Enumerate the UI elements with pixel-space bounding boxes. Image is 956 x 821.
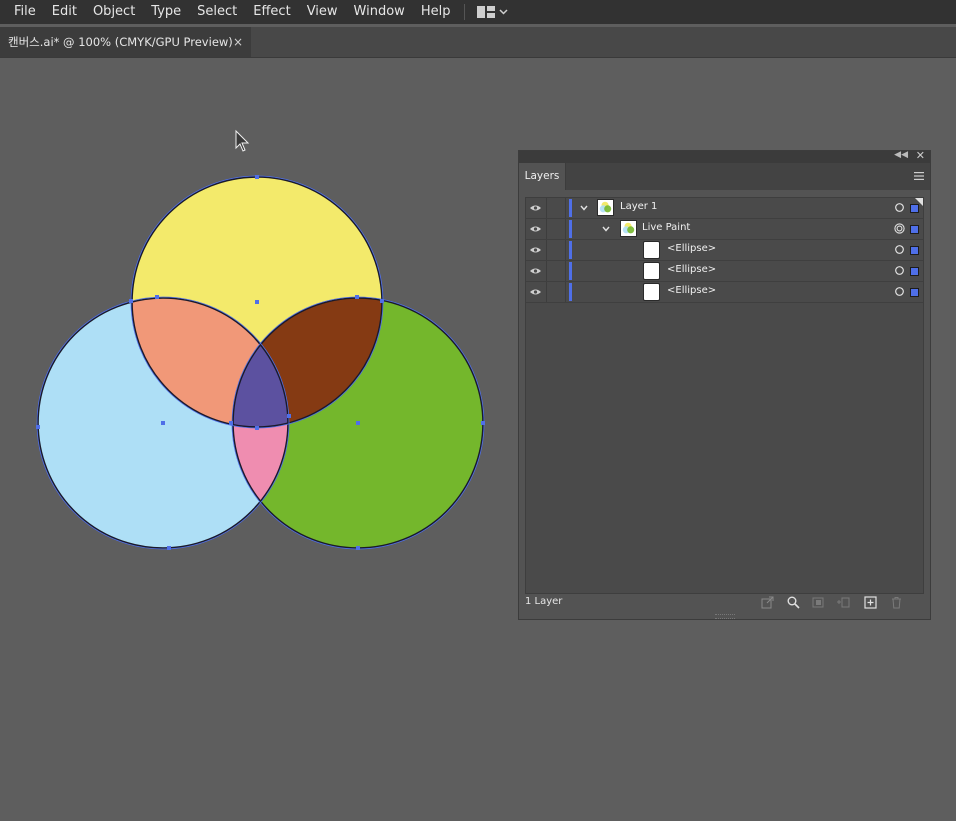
layer-row[interactable]: <Ellipse>	[526, 261, 923, 282]
ellipse-thumbnail	[643, 262, 660, 280]
workspace-grid-icon	[477, 6, 496, 18]
eye-icon[interactable]	[529, 244, 542, 256]
panel-header-bar[interactable]: ◀◀ ✕	[519, 149, 930, 163]
eye-icon[interactable]	[529, 286, 542, 298]
menu-separator	[464, 4, 466, 20]
layer-count: 1 Layer	[525, 596, 563, 607]
column-divider	[565, 261, 566, 281]
clipping-mask-icon[interactable]	[812, 596, 825, 609]
close-icon[interactable]: ×	[233, 35, 243, 49]
document-tab[interactable]: 캔버스.ai* @ 100% (CMYK/GPU Preview) ×	[0, 27, 251, 57]
target-icon[interactable]	[894, 265, 905, 276]
menu-type[interactable]: Type	[143, 0, 189, 24]
column-divider	[565, 240, 566, 260]
menu-edit[interactable]: Edit	[44, 0, 85, 24]
selection-indicator[interactable]	[910, 267, 919, 276]
ellipse-thumbnail	[643, 241, 660, 259]
column-divider	[546, 198, 547, 218]
menu-select[interactable]: Select	[189, 0, 245, 24]
eye-icon[interactable]	[529, 223, 542, 235]
layer-thumbnail	[597, 199, 614, 216]
collapse-panel-icon[interactable]: ◀◀	[894, 150, 908, 160]
panel-footer: 1 Layer	[519, 596, 930, 613]
chevron-down-icon	[499, 9, 508, 15]
target-icon[interactable]	[894, 244, 905, 255]
column-divider	[546, 219, 547, 239]
close-icon[interactable]: ✕	[916, 149, 925, 162]
column-divider	[565, 198, 566, 218]
layer-name[interactable]: <Ellipse>	[667, 285, 716, 296]
layer-row[interactable]: <Ellipse>	[526, 282, 923, 303]
layer-color-bar	[569, 199, 572, 217]
chevron-down-icon[interactable]	[579, 203, 589, 213]
target-icon[interactable]	[894, 202, 905, 213]
new-sublayer-icon[interactable]	[837, 596, 850, 609]
layer-color-bar	[569, 241, 572, 259]
menu-bar: File Edit Object Type Select Effect View…	[0, 0, 956, 24]
column-divider	[546, 261, 547, 281]
menu-help[interactable]: Help	[413, 0, 459, 24]
menu-effect[interactable]: Effect	[245, 0, 298, 24]
layer-color-bar	[569, 220, 572, 238]
live-paint-thumbnail	[620, 220, 637, 237]
column-divider	[565, 282, 566, 302]
layer-row[interactable]: <Ellipse>	[526, 240, 923, 261]
resize-grip[interactable]	[715, 614, 735, 619]
target-selected-icon[interactable]	[894, 223, 905, 234]
menu-file[interactable]: File	[0, 0, 44, 24]
current-layer-corner-icon	[915, 198, 923, 206]
layer-name[interactable]: <Ellipse>	[667, 243, 716, 254]
layer-color-bar	[569, 262, 572, 280]
layer-color-bar	[569, 283, 572, 301]
column-divider	[565, 219, 566, 239]
layers-panel: ◀◀ ✕ Layers Layer 1 Live Paint <Ellipse>…	[518, 149, 931, 620]
chevron-down-icon[interactable]	[601, 224, 611, 234]
new-layer-icon[interactable]	[864, 596, 877, 609]
document-tab-bar: 캔버스.ai* @ 100% (CMYK/GPU Preview) ×	[0, 27, 956, 58]
menu-view[interactable]: View	[299, 0, 346, 24]
workspace-switcher[interactable]	[473, 6, 512, 18]
eye-icon[interactable]	[529, 202, 542, 214]
panel-tab-strip: Layers	[519, 163, 930, 190]
selection-indicator[interactable]	[910, 288, 919, 297]
menu-window[interactable]: Window	[346, 0, 413, 24]
panel-menu-icon[interactable]	[914, 172, 924, 180]
ellipse-thumbnail	[643, 283, 660, 301]
trash-icon[interactable]	[890, 596, 903, 609]
selection-indicator[interactable]	[910, 246, 919, 255]
pointer-cursor-icon	[235, 129, 250, 152]
document-tab-title: 캔버스.ai* @ 100% (CMYK/GPU Preview)	[8, 35, 233, 49]
eye-icon[interactable]	[529, 265, 542, 277]
selection-indicator[interactable]	[910, 225, 919, 234]
layer-name[interactable]: Live Paint	[642, 222, 690, 233]
layer-name[interactable]: Layer 1	[620, 201, 657, 212]
menu-object[interactable]: Object	[85, 0, 143, 24]
layers-list: Layer 1 Live Paint <Ellipse> <Ellipse> <…	[525, 197, 924, 594]
layer-name[interactable]: <Ellipse>	[667, 264, 716, 275]
target-icon[interactable]	[894, 286, 905, 297]
export-icon[interactable]	[761, 596, 774, 609]
layer-row[interactable]: Layer 1	[526, 198, 923, 219]
column-divider	[546, 240, 547, 260]
layer-row[interactable]: Live Paint	[526, 219, 923, 240]
column-divider	[546, 282, 547, 302]
search-icon[interactable]	[787, 596, 800, 609]
tab-layers[interactable]: Layers	[519, 163, 566, 190]
